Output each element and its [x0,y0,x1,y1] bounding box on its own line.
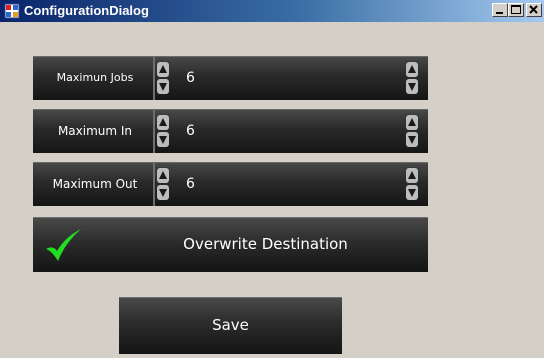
max-in-spin-button-left[interactable] [156,114,170,148]
max-jobs-input[interactable] [180,56,406,100]
spin-arrows-icon [406,115,418,147]
max-in-spinner: Maximum In [33,109,428,153]
divider [153,109,155,153]
overwrite-destination-label: Overwrite Destination [183,235,348,253]
max-out-spin-button-right[interactable] [405,167,419,201]
max-jobs-spinner: Maximun Jobs [33,56,428,100]
maximize-button[interactable] [508,3,524,17]
divider [153,56,155,100]
max-in-input[interactable] [180,109,406,153]
spin-arrows-icon [157,168,169,200]
spin-arrows-icon [157,115,169,147]
divider [153,162,155,206]
app-icon [4,3,20,19]
save-button-label: Save [212,316,249,334]
max-jobs-spin-button-left[interactable] [156,61,170,95]
max-in-spin-button-right[interactable] [405,114,419,148]
overwrite-destination-toggle[interactable]: Overwrite Destination [33,217,428,272]
window-title: ConfigurationDialog [24,3,149,18]
checkmark-icon [46,229,81,261]
configuration-dialog-window: ConfigurationDialog Maximun Jobs 6 Maxim… [0,0,544,358]
max-jobs-spin-button-right[interactable] [405,61,419,95]
max-out-spin-button-left[interactable] [156,167,170,201]
minimize-button[interactable] [492,3,508,17]
maximize-icon [511,5,521,14]
minimize-icon [496,12,503,14]
max-out-input[interactable] [180,162,406,206]
close-button[interactable] [526,3,542,17]
spin-arrows-icon [406,168,418,200]
title-bar[interactable]: ConfigurationDialog [0,0,544,22]
spin-arrows-icon [406,62,418,94]
max-in-label: Maximum In [57,124,133,138]
close-icon [529,5,538,14]
save-button[interactable]: Save [119,297,342,354]
max-out-spinner: Maximum Out [33,162,428,206]
max-out-label: Maximum Out [52,177,138,191]
max-jobs-label: Maximun Jobs [56,71,134,84]
spin-arrows-icon [157,62,169,94]
